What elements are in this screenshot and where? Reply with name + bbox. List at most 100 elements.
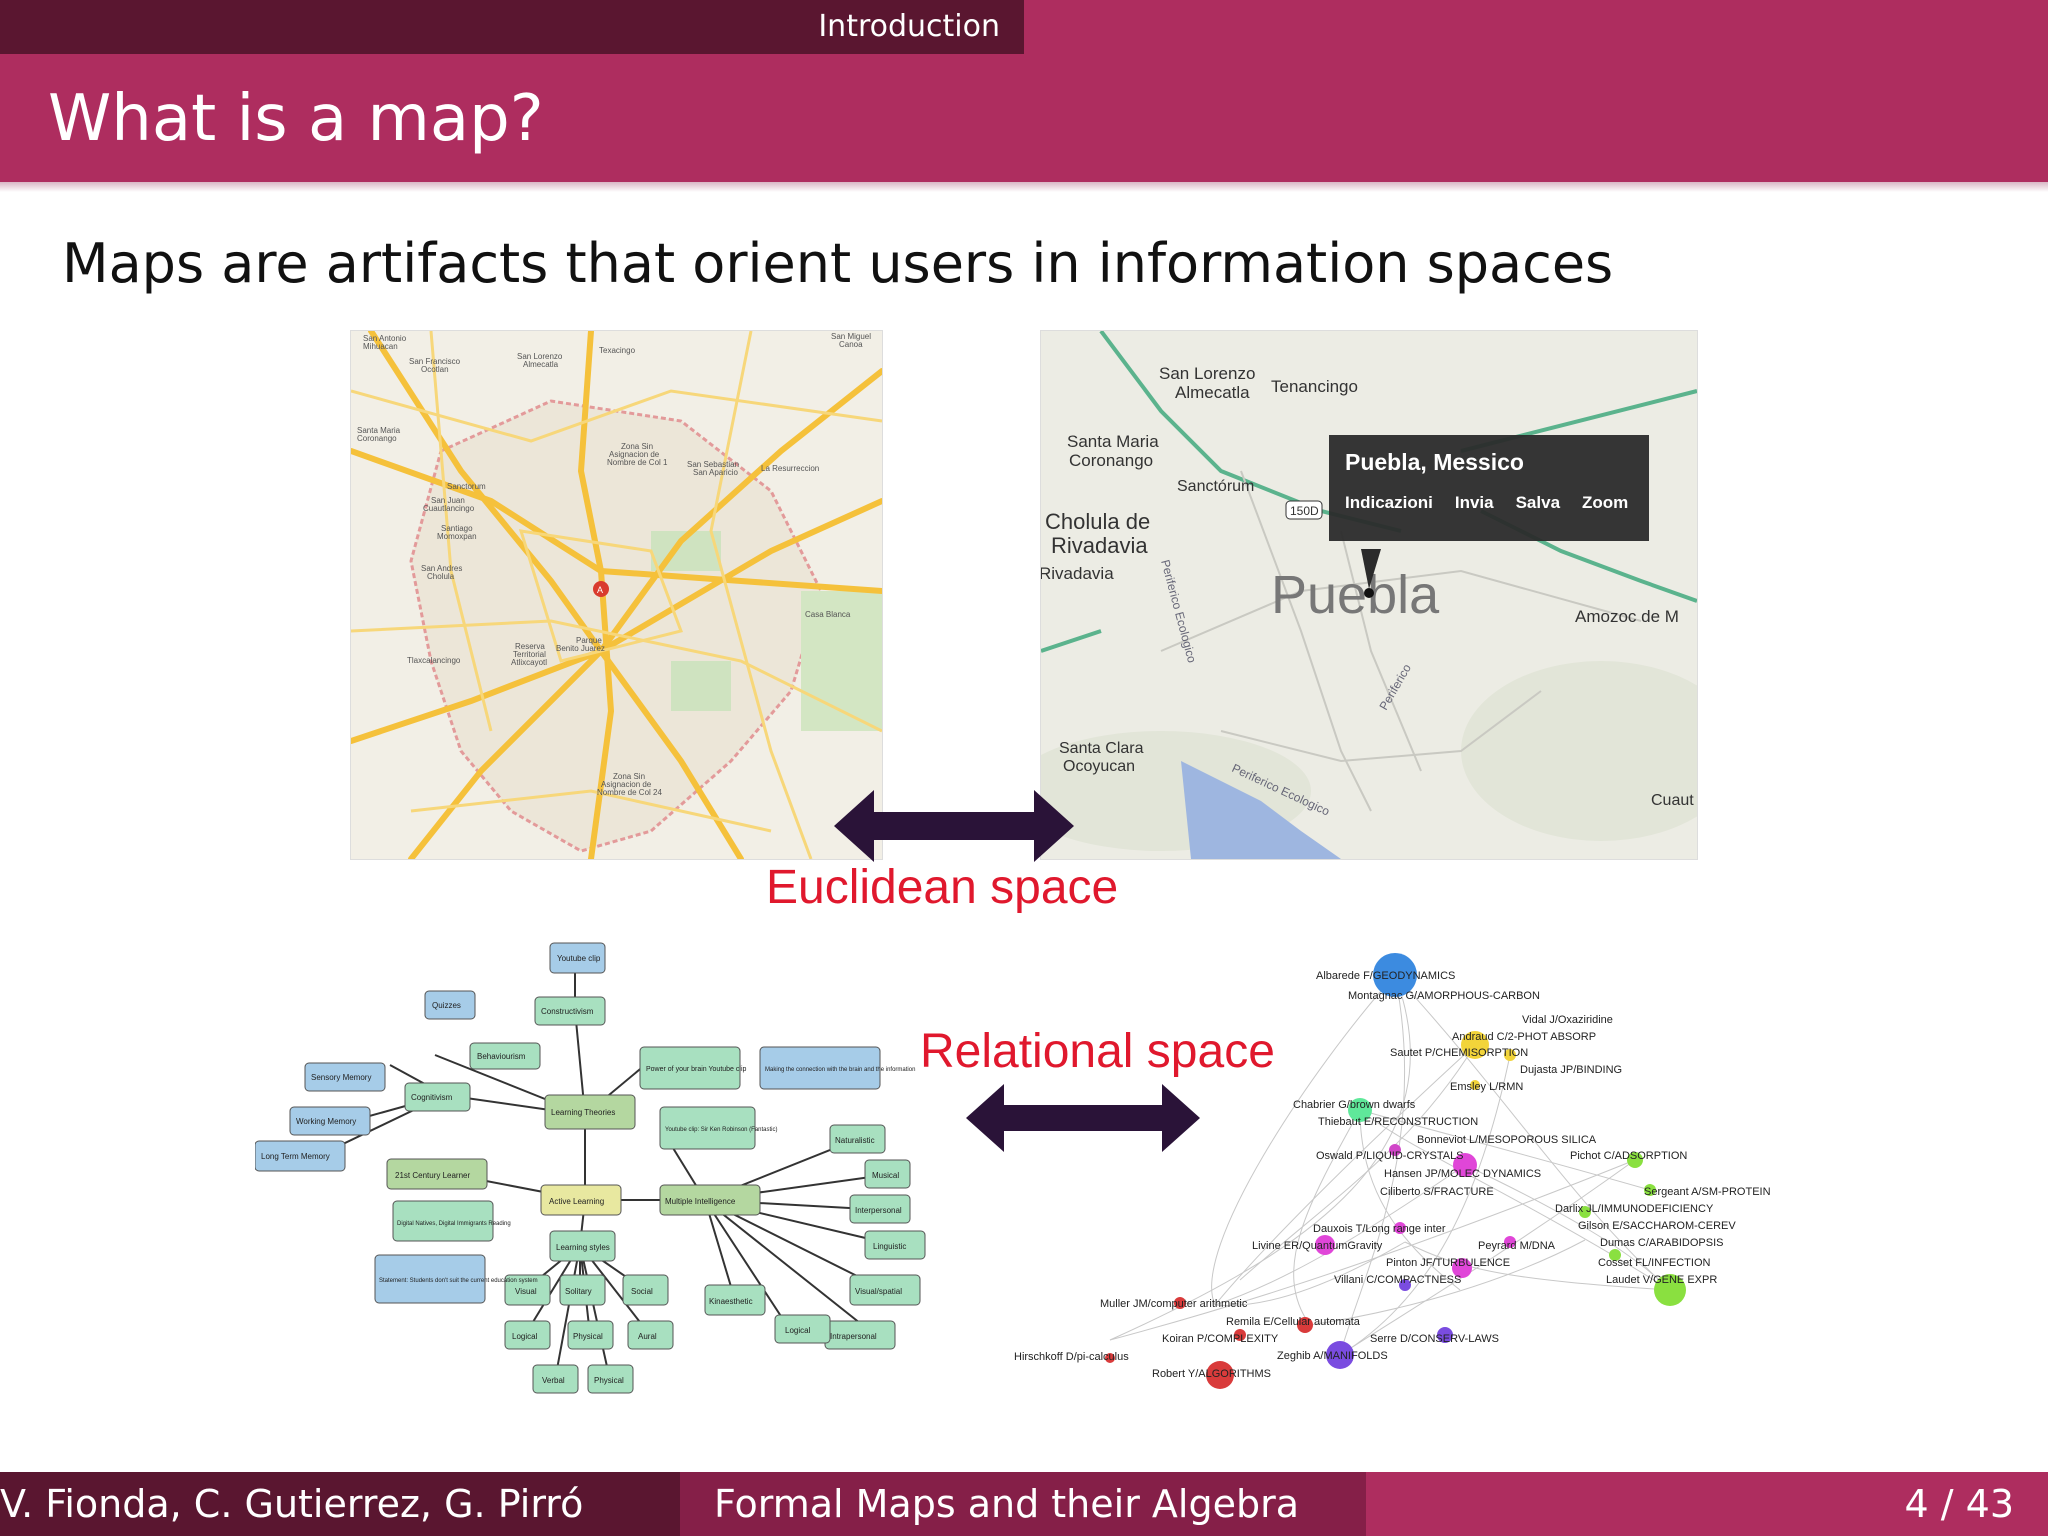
- svg-text:Cuautlancingo: Cuautlancingo: [423, 504, 475, 513]
- cm-node: Active Learning: [549, 1197, 604, 1206]
- popup-directions-link[interactable]: Indicazioni: [1345, 493, 1433, 513]
- map-popup-title: Puebla, Messico: [1345, 449, 1524, 475]
- cm-node: Youtube clip: [557, 954, 601, 963]
- svg-text:Almecatla: Almecatla: [523, 360, 559, 369]
- cm-node: Long Term Memory: [261, 1152, 330, 1161]
- svg-text:La Resurreccion: La Resurreccion: [761, 464, 819, 473]
- cm-node: Sensory Memory: [311, 1073, 371, 1082]
- svg-text:150D: 150D: [1290, 504, 1319, 518]
- svg-text:Ocoyucan: Ocoyucan: [1063, 758, 1135, 775]
- network-label: Albarede F/GEODYNAMICS: [1316, 970, 1455, 982]
- network-label: Remila E/Cellular automata: [1226, 1316, 1361, 1328]
- popup-save-link[interactable]: Salva: [1516, 493, 1560, 513]
- cm-node: Interpersonal: [855, 1206, 902, 1215]
- svg-text:Santa Maria: Santa Maria: [1067, 432, 1159, 451]
- cm-node: Constructivism: [541, 1007, 594, 1016]
- cm-node: Visual/spatial: [855, 1287, 902, 1296]
- cm-node: Behaviourism: [477, 1052, 526, 1061]
- popup-send-link[interactable]: Invia: [1455, 493, 1494, 513]
- network-label: Hansen JP/MOLEC DYNAMICS: [1384, 1168, 1541, 1180]
- network-label: Thiebaut E/RECONSTRUCTION: [1318, 1116, 1478, 1128]
- cm-node: Solitary: [565, 1287, 592, 1296]
- svg-text:Nombre de Col 1: Nombre de Col 1: [607, 458, 668, 467]
- svg-text:Sanctorum: Sanctorum: [447, 482, 486, 491]
- cm-node: Kinaesthetic: [709, 1297, 753, 1306]
- network-label: Laudet V/GENE EXPR: [1606, 1274, 1717, 1286]
- cm-node: Visual: [515, 1287, 537, 1296]
- cm-node: Statement: Students don't suit the curre…: [379, 1278, 538, 1284]
- cm-node: Multiple Intelligence: [665, 1197, 736, 1206]
- footer-authors: V. Fionda, C. Gutierrez, G. Pirró: [0, 1472, 680, 1536]
- cm-node: Social: [631, 1287, 653, 1296]
- cm-node: Working Memory: [296, 1117, 356, 1126]
- concept-map-graphic: Youtube clip Quizzes Constructivism Beha…: [255, 942, 926, 1394]
- cm-node: 21st Century Learner: [395, 1171, 470, 1180]
- cm-node: Logical: [512, 1332, 538, 1341]
- euclidean-space-label: Euclidean space: [766, 861, 1119, 914]
- section-name[interactable]: Introduction: [0, 0, 1024, 54]
- network-label: Dujasta JP/BINDING: [1520, 1064, 1622, 1076]
- svg-text:Cholula de: Cholula de: [1045, 509, 1150, 534]
- cm-node: Learning Theories: [551, 1108, 615, 1117]
- network-label: Bonneviot L/MESOPOROUS SILICA: [1417, 1134, 1597, 1146]
- network-label: Pichot C/ADSORPTION: [1570, 1150, 1687, 1162]
- top-navigation-bar: Introduction: [0, 0, 2048, 54]
- svg-text:Cholula: Cholula: [427, 572, 455, 581]
- network-label: Dauxois T/Long range inter: [1313, 1223, 1446, 1235]
- svg-text:Benito Juarez: Benito Juarez: [556, 644, 605, 653]
- cm-node: Verbal: [542, 1376, 565, 1385]
- slide-title: What is a map?: [48, 82, 544, 156]
- network-label: Ciliberto S/FRACTURE: [1380, 1186, 1494, 1198]
- svg-text:Sanctórum: Sanctórum: [1177, 478, 1254, 495]
- cm-node: Aural: [638, 1332, 657, 1341]
- svg-text:Amozoc de M: Amozoc de M: [1575, 607, 1679, 626]
- road-map-image: San Antonio Mihuacan San Francisco Ocotlan…: [350, 330, 883, 860]
- network-label: Serre D/CONSERV-LAWS: [1370, 1333, 1499, 1345]
- popup-zoom-link[interactable]: Zoom: [1582, 493, 1628, 513]
- cm-node: Digital Natives, Digital Immigrants Read…: [397, 1221, 511, 1227]
- network-label: Robert Y/ALGORITHMS: [1152, 1368, 1271, 1380]
- network-label: Dumas C/ARABIDOPSIS: [1600, 1237, 1723, 1249]
- cm-node: Cognitivism: [411, 1093, 453, 1102]
- network-label: Villani C/COMPACTNESS: [1334, 1274, 1461, 1286]
- svg-text:Momoxpan: Momoxpan: [437, 532, 477, 541]
- cm-node: Linguistic: [873, 1242, 906, 1251]
- terrain-map-graphic: San LorenzoAlmecatla Tenancingo Santa Ma…: [1041, 331, 1697, 859]
- network-label: Cosset FL/INFECTION: [1598, 1257, 1711, 1269]
- network-label: Livine ER/QuantumGravity: [1252, 1240, 1383, 1252]
- svg-text:Casa Blanca: Casa Blanca: [805, 610, 851, 619]
- cm-node: Logical: [785, 1326, 811, 1335]
- network-label: Chabrier G/brown dwarfs: [1293, 1099, 1416, 1111]
- cm-node: Youtube clip: Sir Ken Robinson (Fantasti…: [665, 1127, 778, 1133]
- network-label: Sergeant A/SM-PROTEIN: [1644, 1186, 1771, 1198]
- svg-text:Coronango: Coronango: [1069, 451, 1153, 470]
- svg-text:Tenancingo: Tenancingo: [1271, 377, 1358, 396]
- network-label: Zeghib A/MANIFOLDS: [1277, 1350, 1388, 1362]
- svg-text:Cuaut: Cuaut: [1651, 792, 1694, 809]
- cm-node: Naturalistic: [835, 1136, 875, 1145]
- svg-text:San Lorenzo: San Lorenzo: [1159, 364, 1255, 383]
- footer-page-number: 4 / 43: [1366, 1472, 2048, 1536]
- svg-text:Canoa: Canoa: [839, 340, 863, 349]
- network-label: Sautet P/CHEMISORPTION: [1390, 1047, 1528, 1059]
- cm-node: Quizzes: [432, 1001, 461, 1010]
- svg-text:Rivadavia: Rivadavia: [1041, 564, 1114, 583]
- svg-text:Coronango: Coronango: [357, 434, 397, 443]
- svg-text:Mihuacan: Mihuacan: [363, 342, 398, 351]
- svg-text:A: A: [597, 585, 603, 595]
- network-graph: Albarede F/GEODYNAMICS Montagnac G/AMORP…: [1014, 953, 1771, 1389]
- svg-text:Nombre de Col 24: Nombre de Col 24: [597, 788, 662, 797]
- svg-text:Atlixcayotl: Atlixcayotl: [511, 658, 547, 667]
- cm-node: Power of your brain Youtube clip: [646, 1066, 747, 1073]
- network-label: Vidal J/Oxaziridine: [1522, 1014, 1613, 1026]
- slide-statement: Maps are artifacts that orient users in …: [62, 232, 1614, 295]
- network-label: Hirschkoff D/pi-calculus: [1014, 1351, 1129, 1363]
- svg-text:Almecatla: Almecatla: [1175, 383, 1250, 402]
- network-label: Pinton JF/TURBULENCE: [1386, 1257, 1510, 1269]
- svg-text:Rivadavia: Rivadavia: [1051, 533, 1148, 558]
- network-label: Muller JM/computer arithmetic: [1100, 1298, 1248, 1310]
- footer-talk-title: Formal Maps and their Algebra: [680, 1472, 1366, 1536]
- terrain-map-image: San Lorenzo Almecatla Tenancingo Santa Ma…: [1040, 330, 1698, 860]
- network-label: Peyrard M/DNA: [1478, 1240, 1556, 1252]
- title-shadow: [0, 182, 2048, 192]
